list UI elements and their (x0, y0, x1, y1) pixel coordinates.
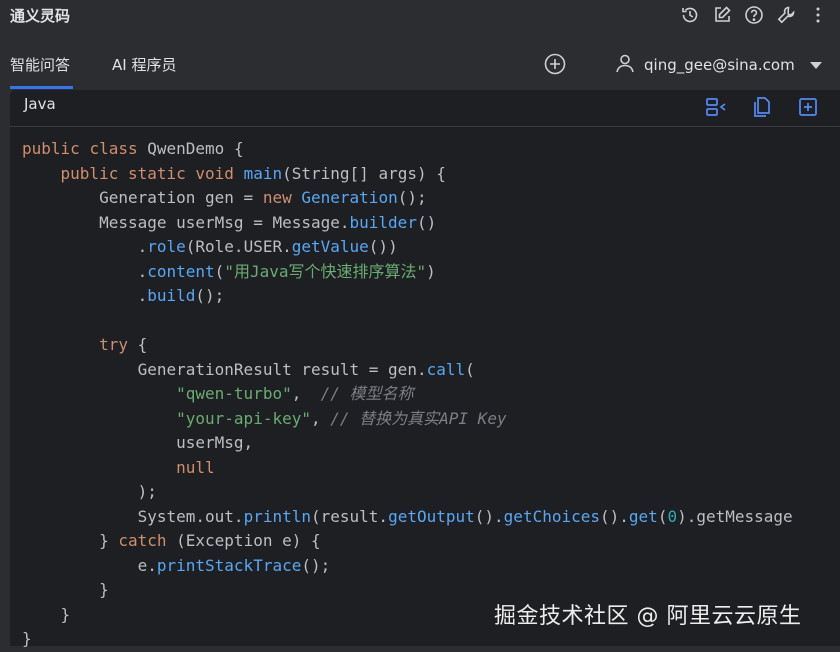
code-line: try { (99, 335, 148, 354)
code-language-label: Java (24, 95, 56, 113)
code-line: "qwen-turbo", // 模型名称 (176, 384, 414, 403)
account-selector[interactable]: qing_gee@sina.com (614, 52, 823, 78)
tab-ai-programmer[interactable]: AI 程序员 (112, 54, 176, 75)
tab-bar: 智能问答 AI 程序员 qing_gee@sina.com (0, 40, 840, 90)
copy-icon[interactable] (750, 95, 774, 119)
new-file-icon[interactable] (796, 95, 820, 119)
watermark: 掘金技术社区 @ 阿里云云原生 (494, 604, 802, 629)
code-line: System.out.println(result.getOutput().ge… (22, 506, 793, 526)
code-line: } (22, 629, 32, 648)
code-line: public class QwenDemo { (22, 139, 244, 158)
code-line: Generation gen = new Generation(); (22, 188, 427, 207)
code-line: .build(); (22, 286, 225, 305)
code-line: .content("用Java写个快速排序算法") (22, 261, 436, 281)
add-circle-icon[interactable] (543, 52, 567, 76)
history-icon[interactable] (678, 4, 702, 26)
edit-icon[interactable] (710, 4, 734, 26)
more-vertical-icon[interactable] (806, 4, 830, 26)
account-email: qing_gee@sina.com (644, 56, 795, 74)
code-line: } (22, 580, 109, 599)
code-line: } (22, 604, 71, 624)
code-line: e.printStackTrace(); (22, 555, 331, 575)
user-icon (614, 52, 636, 78)
active-tab-indicator (10, 86, 73, 89)
code-line: Message userMsg = Message.builder() (22, 212, 437, 232)
tab-smart-qa[interactable]: 智能问答 (10, 54, 70, 75)
help-icon[interactable] (742, 4, 766, 26)
code-line: userMsg, (22, 433, 254, 452)
code-block-header: Java (10, 90, 840, 127)
code-line: null (176, 457, 215, 477)
chevron-down-icon (809, 56, 823, 74)
code-line: } catch (Exception e) { (22, 531, 321, 550)
app-title: 通义灵码 (10, 7, 71, 25)
code-line: public static void main(String[] args) { (60, 163, 446, 183)
code-content[interactable]: public class QwenDemo { public static vo… (22, 137, 793, 652)
code-panel: Java public class QwenDemo { public stat… (10, 90, 840, 648)
code-block-toolbar (704, 95, 820, 119)
code-line: .role(Role.USER.getValue()) (22, 237, 398, 256)
title-bar: 通义灵码 (0, 0, 840, 30)
settings-wrench-icon[interactable] (774, 4, 798, 26)
title-toolbar (678, 4, 830, 26)
insert-code-icon[interactable] (704, 95, 728, 119)
code-line: GenerationResult result = gen.call( (22, 359, 475, 379)
code-line: "your-api-key", // 替换为真实API Key (176, 408, 507, 428)
code-line: ); (22, 482, 157, 501)
